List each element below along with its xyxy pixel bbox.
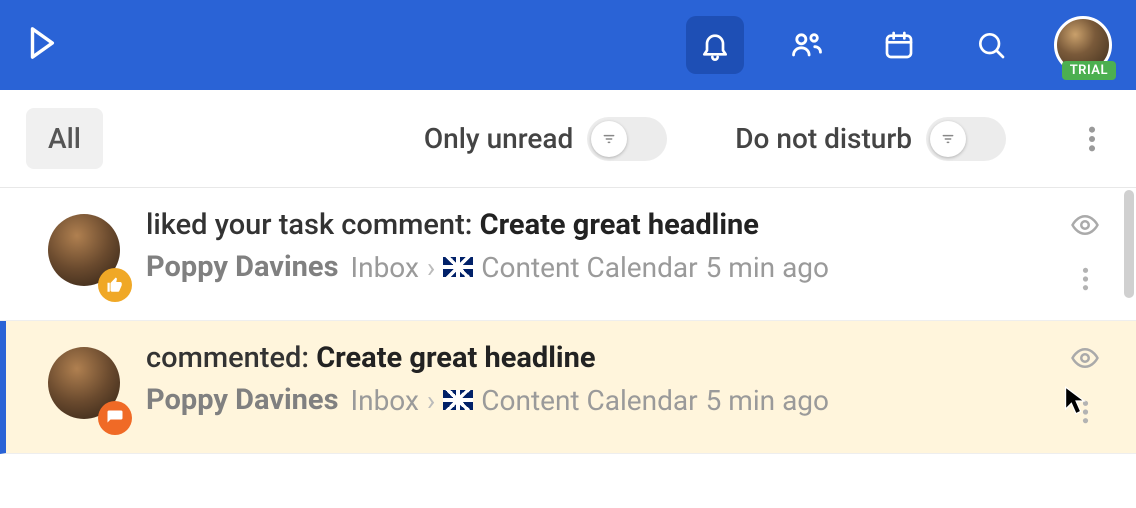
eye-icon [1070, 210, 1100, 240]
topbar-right: TRIAL [686, 16, 1112, 74]
people-icon [790, 28, 824, 62]
toggle-knob [930, 121, 966, 157]
only-unread-toggle[interactable] [587, 117, 667, 161]
uk-flag-icon [443, 257, 473, 277]
notification-meta: Poppy Davines Inbox › Content Calendar 5… [146, 250, 1054, 284]
bell-icon [699, 29, 731, 61]
dnd-toggle[interactable] [926, 117, 1006, 161]
filter-all-chip[interactable]: All [26, 108, 103, 169]
item-avatar [48, 347, 126, 429]
account-avatar[interactable]: TRIAL [1054, 16, 1112, 74]
like-badge-icon [98, 268, 132, 302]
app-logo-icon[interactable] [24, 24, 58, 66]
eye-icon [1070, 343, 1100, 373]
action-text: liked your task comment: [146, 208, 480, 242]
notification-title: commented: Create great headline [146, 341, 1054, 375]
user-name: Poppy Davines [146, 383, 338, 417]
folder-name: Inbox [350, 384, 418, 417]
action-object: Create great headline [316, 341, 595, 375]
item-actions [1070, 208, 1100, 296]
topbar-left [24, 24, 58, 66]
timestamp: 5 min ago [706, 251, 829, 284]
chevron-right-icon: › [427, 251, 435, 284]
item-body: liked your task comment: Create great he… [146, 208, 1054, 296]
item-more-button[interactable] [1082, 399, 1089, 429]
mark-read-button[interactable] [1070, 343, 1100, 377]
mark-read-button[interactable] [1070, 210, 1100, 244]
notification-meta: Poppy Davines Inbox › Content Calendar 5… [146, 383, 1054, 417]
project-name: Content Calendar [481, 384, 697, 417]
filter-icon [940, 131, 956, 147]
trial-badge: TRIAL [1062, 61, 1116, 80]
notification-list: liked your task comment: Create great he… [0, 188, 1136, 454]
topbar: TRIAL [0, 0, 1136, 90]
uk-flag-icon [443, 390, 473, 410]
calendar-icon [883, 29, 915, 61]
notifications-button[interactable] [686, 16, 744, 74]
notification-item[interactable]: liked your task comment: Create great he… [0, 188, 1136, 321]
notifications-panel: All Only unread Do not disturb [0, 90, 1136, 454]
project-name: Content Calendar [481, 251, 697, 284]
dnd-group: Do not disturb [735, 117, 1006, 161]
kebab-icon [1082, 266, 1089, 292]
filter-icon [601, 131, 617, 147]
timestamp: 5 min ago [706, 384, 829, 417]
dnd-label: Do not disturb [735, 122, 912, 155]
kebab-icon [1088, 125, 1096, 153]
people-button[interactable] [778, 16, 836, 74]
item-more-button[interactable] [1082, 266, 1089, 296]
item-body: commented: Create great headline Poppy D… [146, 341, 1054, 429]
only-unread-group: Only unread [424, 117, 667, 161]
filterbar-more-button[interactable] [1074, 121, 1110, 157]
calendar-button[interactable] [870, 16, 928, 74]
folder-name: Inbox [350, 251, 418, 284]
only-unread-label: Only unread [424, 122, 573, 155]
kebab-icon [1082, 399, 1089, 425]
comment-badge-icon [98, 401, 132, 435]
chevron-right-icon: › [427, 384, 435, 417]
notification-title: liked your task comment: Create great he… [146, 208, 1054, 242]
action-object: Create great headline [480, 208, 759, 242]
filter-bar: All Only unread Do not disturb [0, 90, 1136, 188]
search-icon [975, 29, 1007, 61]
search-button[interactable] [962, 16, 1020, 74]
item-avatar [48, 214, 126, 296]
user-name: Poppy Davines [146, 250, 338, 284]
action-text: commented: [146, 341, 316, 375]
item-actions [1070, 341, 1100, 429]
notification-item[interactable]: commented: Create great headline Poppy D… [0, 321, 1136, 454]
toggle-knob [591, 121, 627, 157]
